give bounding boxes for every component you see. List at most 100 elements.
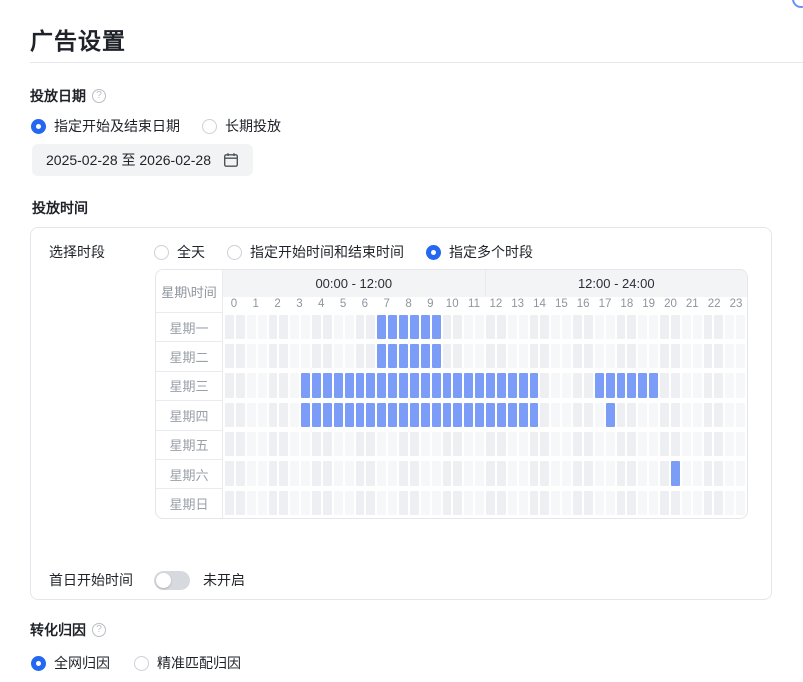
schedule-cell[interactable] bbox=[595, 373, 604, 397]
schedule-cell[interactable] bbox=[421, 432, 430, 456]
schedule-cell[interactable] bbox=[540, 491, 549, 515]
schedule-cell[interactable] bbox=[236, 315, 245, 339]
schedule-cell[interactable] bbox=[606, 461, 615, 485]
schedule-cell[interactable] bbox=[540, 403, 549, 427]
schedule-cell[interactable] bbox=[290, 461, 299, 485]
schedule-cell[interactable] bbox=[562, 403, 571, 427]
schedule-cell[interactable] bbox=[519, 432, 528, 456]
schedule-cell[interactable] bbox=[486, 432, 495, 456]
schedule-cell[interactable] bbox=[388, 403, 397, 427]
schedule-cell[interactable] bbox=[486, 403, 495, 427]
schedule-cell[interactable] bbox=[551, 403, 560, 427]
schedule-cell[interactable] bbox=[453, 344, 462, 368]
schedule-cell[interactable] bbox=[366, 373, 375, 397]
schedule-cell[interactable] bbox=[464, 491, 473, 515]
schedule-cell[interactable] bbox=[584, 403, 593, 427]
schedule-cell[interactable] bbox=[464, 461, 473, 485]
schedule-cell[interactable] bbox=[464, 373, 473, 397]
schedule-cell[interactable] bbox=[366, 491, 375, 515]
schedule-cell[interactable] bbox=[725, 461, 734, 485]
schedule-cell[interactable] bbox=[649, 373, 658, 397]
schedule-cell[interactable] bbox=[693, 461, 702, 485]
schedule-cell[interactable] bbox=[377, 344, 386, 368]
schedule-cell[interactable] bbox=[247, 344, 256, 368]
schedule-cell[interactable] bbox=[530, 344, 539, 368]
schedule-cell[interactable] bbox=[573, 432, 582, 456]
schedule-cell[interactable] bbox=[519, 373, 528, 397]
schedule-cell[interactable] bbox=[356, 491, 365, 515]
schedule-cell[interactable] bbox=[725, 432, 734, 456]
schedule-cell[interactable] bbox=[584, 373, 593, 397]
schedule-cell[interactable] bbox=[638, 461, 647, 485]
schedule-cell[interactable] bbox=[725, 315, 734, 339]
schedule-cell[interactable] bbox=[725, 403, 734, 427]
schedule-cell[interactable] bbox=[638, 344, 647, 368]
schedule-cell[interactable] bbox=[573, 315, 582, 339]
schedule-cell[interactable] bbox=[453, 461, 462, 485]
schedule-cell[interactable] bbox=[225, 344, 234, 368]
schedule-cell[interactable] bbox=[225, 461, 234, 485]
schedule-cell[interactable] bbox=[323, 491, 332, 515]
schedule-cell[interactable] bbox=[562, 344, 571, 368]
schedule-cell[interactable] bbox=[606, 373, 615, 397]
schedule-cell[interactable] bbox=[714, 315, 723, 339]
schedule-cell[interactable] bbox=[366, 461, 375, 485]
schedule-cell[interactable] bbox=[508, 403, 517, 427]
schedule-cell[interactable] bbox=[693, 403, 702, 427]
schedule-cell[interactable] bbox=[399, 403, 408, 427]
schedule-cell[interactable] bbox=[671, 373, 680, 397]
schedule-cell[interactable] bbox=[312, 491, 321, 515]
schedule-cell[interactable] bbox=[671, 461, 680, 485]
schedule-cell[interactable] bbox=[225, 373, 234, 397]
schedule-cell[interactable] bbox=[388, 432, 397, 456]
schedule-cell[interactable] bbox=[258, 461, 267, 485]
schedule-cell[interactable] bbox=[258, 432, 267, 456]
schedule-cell[interactable] bbox=[269, 403, 278, 427]
schedule-cell[interactable] bbox=[562, 461, 571, 485]
schedule-cell[interactable] bbox=[736, 344, 745, 368]
schedule-cell[interactable] bbox=[682, 461, 691, 485]
schedule-cell[interactable] bbox=[704, 315, 713, 339]
schedule-cell[interactable] bbox=[584, 315, 593, 339]
schedule-cell[interactable] bbox=[682, 373, 691, 397]
schedule-cell[interactable] bbox=[617, 491, 626, 515]
schedule-cell[interactable] bbox=[312, 315, 321, 339]
schedule-cell[interactable] bbox=[519, 491, 528, 515]
schedule-cell[interactable] bbox=[366, 344, 375, 368]
schedule-cell[interactable] bbox=[323, 432, 332, 456]
schedule-cell[interactable] bbox=[617, 403, 626, 427]
schedule-cell[interactable] bbox=[323, 344, 332, 368]
schedule-cell[interactable] bbox=[301, 403, 310, 427]
schedule-cell[interactable] bbox=[649, 491, 658, 515]
schedule-cell[interactable] bbox=[573, 461, 582, 485]
schedule-cell[interactable] bbox=[236, 403, 245, 427]
schedule-cell[interactable] bbox=[660, 344, 669, 368]
schedule-cell[interactable] bbox=[736, 491, 745, 515]
schedule-cell[interactable] bbox=[486, 461, 495, 485]
schedule-cell[interactable] bbox=[530, 373, 539, 397]
schedule-cell[interactable] bbox=[225, 491, 234, 515]
schedule-cell[interactable] bbox=[725, 491, 734, 515]
schedule-cell[interactable] bbox=[312, 461, 321, 485]
schedule-cell[interactable] bbox=[660, 373, 669, 397]
schedule-cell[interactable] bbox=[638, 403, 647, 427]
schedule-cell[interactable] bbox=[236, 432, 245, 456]
schedule-cell[interactable] bbox=[486, 344, 495, 368]
schedule-cell[interactable] bbox=[290, 491, 299, 515]
schedule-cell[interactable] bbox=[627, 461, 636, 485]
schedule-cell[interactable] bbox=[377, 373, 386, 397]
schedule-cell[interactable] bbox=[323, 315, 332, 339]
schedule-cell[interactable] bbox=[508, 491, 517, 515]
schedule-cell[interactable] bbox=[432, 373, 441, 397]
schedule-cell[interactable] bbox=[671, 403, 680, 427]
schedule-cell[interactable] bbox=[649, 403, 658, 427]
schedule-cell[interactable] bbox=[269, 432, 278, 456]
schedule-cell[interactable] bbox=[388, 315, 397, 339]
schedule-cell[interactable] bbox=[290, 403, 299, 427]
schedule-cell[interactable] bbox=[562, 373, 571, 397]
schedule-cell[interactable] bbox=[345, 461, 354, 485]
schedule-cell[interactable] bbox=[443, 461, 452, 485]
schedule-cell[interactable] bbox=[301, 344, 310, 368]
schedule-cell[interactable] bbox=[649, 344, 658, 368]
schedule-cell[interactable] bbox=[247, 403, 256, 427]
